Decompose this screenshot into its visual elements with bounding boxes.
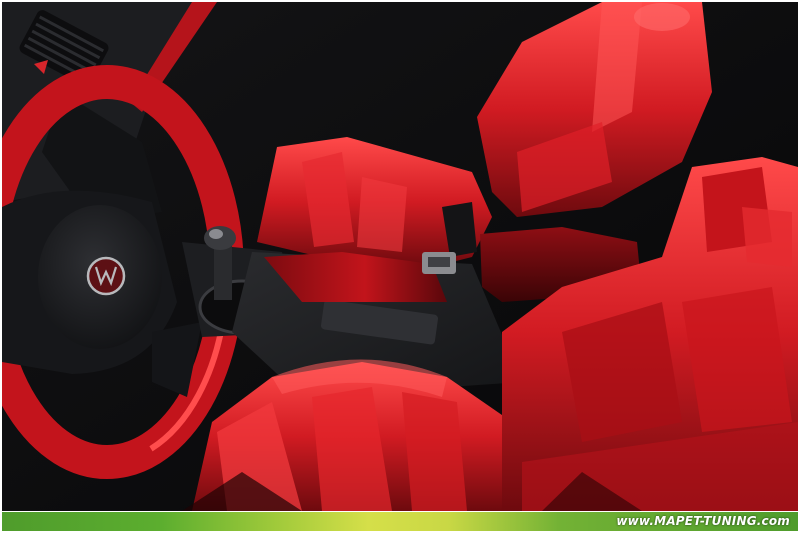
watermark-text: www.MAPET-TUNING.com (616, 514, 790, 528)
watermark-bar: www.MAPET-TUNING.com (2, 512, 798, 531)
photo-illustration (2, 2, 798, 511)
car-interior-photo (2, 2, 798, 511)
vw-logo-icon (86, 256, 126, 296)
image-frame: www.MAPET-TUNING.com (0, 0, 800, 533)
